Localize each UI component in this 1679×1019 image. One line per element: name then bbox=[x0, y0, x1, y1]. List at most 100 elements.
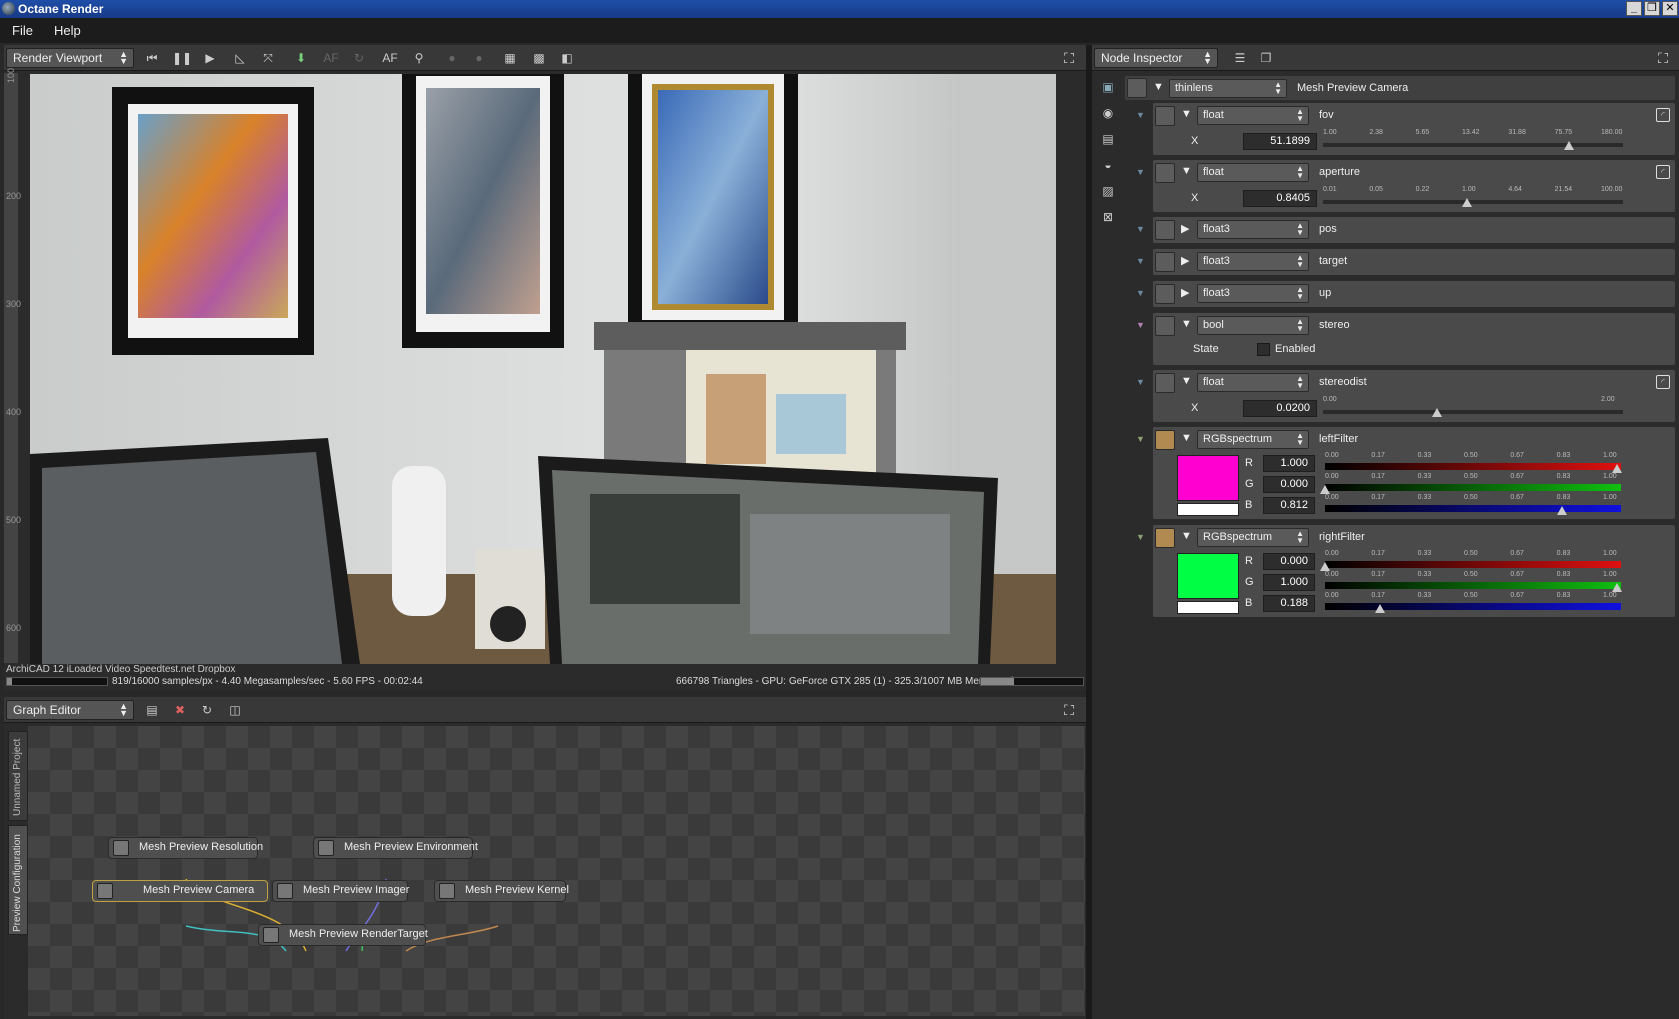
image-icon[interactable]: ▣ bbox=[1098, 77, 1118, 97]
param-node-icon[interactable] bbox=[1155, 163, 1175, 183]
camera-type-select[interactable]: thinlens ▲ ▼ bbox=[1169, 79, 1287, 98]
channel-value-input[interactable]: 0.812 bbox=[1263, 497, 1315, 514]
curve-icon[interactable]: ◜ bbox=[1656, 165, 1670, 179]
slider-track[interactable] bbox=[1323, 143, 1623, 147]
param-type-select[interactable]: float3 ▲ ▼ bbox=[1197, 252, 1309, 271]
slider-handle[interactable] bbox=[1564, 141, 1574, 150]
slider-handle[interactable] bbox=[1432, 408, 1442, 417]
environment-icon[interactable]: ◒ bbox=[1098, 155, 1118, 175]
kernel-icon[interactable]: ⊠ bbox=[1098, 207, 1118, 227]
slider-track[interactable] bbox=[1323, 200, 1623, 204]
spectrum-type-select[interactable]: RGBspectrum ▲ ▼ bbox=[1197, 528, 1309, 547]
param-type-select[interactable]: float ▲ ▼ bbox=[1197, 373, 1309, 392]
graph-canvas[interactable]: Mesh Preview Resolution Mesh Preview Env… bbox=[28, 726, 1085, 1016]
slider-handle[interactable] bbox=[1462, 198, 1472, 207]
refresh-graph-icon[interactable]: ↻ bbox=[197, 700, 217, 720]
channel-slider-track[interactable] bbox=[1325, 603, 1621, 610]
color-swatch[interactable] bbox=[1177, 455, 1239, 501]
checker-icon[interactable]: ▩ bbox=[529, 48, 549, 68]
expand-triangle-icon[interactable]: ▶ bbox=[1181, 222, 1189, 235]
spectrum-node-icon[interactable] bbox=[1155, 430, 1175, 450]
menu-help[interactable]: Help bbox=[54, 23, 81, 38]
alpha-icon[interactable]: ◧ bbox=[557, 48, 577, 68]
param-type-select[interactable]: float ▲ ▼ bbox=[1197, 163, 1309, 182]
maximize-viewport-icon[interactable]: ⛶ bbox=[1060, 49, 1078, 67]
channel-value-input[interactable]: 1.000 bbox=[1263, 574, 1315, 591]
expand-triangle-icon[interactable]: ▶ bbox=[1181, 286, 1189, 299]
graph-selector[interactable]: Graph Editor ▲ ▼ bbox=[6, 700, 134, 720]
tab-unnamed-project[interactable]: Unnamed Project bbox=[8, 731, 28, 821]
channel-value-input[interactable]: 1.000 bbox=[1263, 455, 1315, 472]
channel-value-input[interactable]: 0.188 bbox=[1263, 595, 1315, 612]
channel-slider-track[interactable] bbox=[1325, 561, 1621, 568]
collapse-triangle-icon[interactable]: ▼ bbox=[1153, 81, 1164, 93]
pin-icon[interactable]: ▼ bbox=[1136, 224, 1145, 234]
render-image[interactable] bbox=[30, 74, 1056, 664]
pin-icon[interactable]: ▼ bbox=[1136, 434, 1145, 444]
param-value-input[interactable]: 0.0200 bbox=[1243, 400, 1317, 417]
node-mesh-preview-camera[interactable]: Mesh Preview Camera bbox=[92, 880, 268, 902]
channel-slider-handle[interactable] bbox=[1374, 604, 1385, 613]
expand-triangle-icon[interactable]: ▼ bbox=[1181, 108, 1192, 120]
channel-value-input[interactable]: 0.000 bbox=[1263, 553, 1315, 570]
pin-icon[interactable]: ▼ bbox=[1136, 320, 1145, 330]
save-render-icon[interactable]: ⬇ bbox=[291, 48, 311, 68]
channel-slider-handle[interactable] bbox=[1320, 562, 1330, 571]
expand-triangle-icon[interactable]: ▼ bbox=[1181, 375, 1192, 387]
camera-reset-icon[interactable]: ◺ bbox=[230, 48, 250, 68]
refresh-icon[interactable]: ↻ bbox=[349, 48, 369, 68]
expand-triangle-icon[interactable]: ▼ bbox=[1181, 530, 1192, 542]
pin-icon[interactable]: ▼ bbox=[1136, 532, 1145, 542]
spectrum-type-select[interactable]: RGBspectrum ▲ ▼ bbox=[1197, 430, 1309, 449]
channel-slider-handle[interactable] bbox=[1612, 464, 1622, 473]
channel-slider-track[interactable] bbox=[1325, 582, 1621, 589]
collapse-all-icon[interactable]: ☰ bbox=[1230, 48, 1250, 68]
pin-icon[interactable]: ▼ bbox=[1136, 288, 1145, 298]
param-node-icon[interactable] bbox=[1155, 373, 1175, 393]
param-node-icon[interactable] bbox=[1155, 106, 1175, 126]
play-icon[interactable]: ▶ bbox=[200, 48, 220, 68]
maximize-inspector-icon[interactable]: ⛶ bbox=[1654, 49, 1672, 67]
autofocus-button[interactable]: AF bbox=[380, 48, 400, 68]
spectrum-node-icon[interactable] bbox=[1155, 528, 1175, 548]
node-mesh-preview-resolution[interactable]: Mesh Preview Resolution bbox=[108, 837, 263, 859]
param-type-select[interactable]: float ▲ ▼ bbox=[1197, 106, 1309, 125]
param-node-icon[interactable] bbox=[1155, 220, 1175, 240]
maximize-graph-icon[interactable]: ⛶ bbox=[1060, 701, 1078, 719]
tab-preview-configuration[interactable]: Preview Configuration bbox=[8, 825, 28, 935]
camera-icon[interactable]: ◉ bbox=[1098, 103, 1118, 123]
expand-triangle-icon[interactable]: ▶ bbox=[1181, 254, 1189, 267]
channel-value-input[interactable]: 0.000 bbox=[1263, 476, 1315, 493]
channel-slider-handle[interactable] bbox=[1320, 485, 1330, 494]
autofocus-picker-icon[interactable]: AF bbox=[321, 48, 341, 68]
sphere-alt-icon[interactable]: ● bbox=[469, 48, 489, 68]
channel-slider-handle[interactable] bbox=[1557, 506, 1568, 515]
region-icon[interactable]: ▦ bbox=[500, 48, 520, 68]
rewind-icon[interactable]: ⏮ bbox=[142, 48, 162, 68]
enabled-checkbox[interactable] bbox=[1257, 343, 1270, 356]
pin-icon[interactable]: ▼ bbox=[1136, 110, 1145, 120]
material-picker-icon[interactable]: ⚲ bbox=[409, 48, 429, 68]
restore-icon[interactable]: ❐ bbox=[1644, 1, 1660, 16]
channel-slider-track[interactable] bbox=[1325, 505, 1621, 512]
pin-icon[interactable]: ▼ bbox=[1136, 256, 1145, 266]
curve-icon[interactable]: ◜ bbox=[1656, 108, 1670, 122]
expand-all-icon[interactable]: ❐ bbox=[1256, 48, 1276, 68]
expand-triangle-icon[interactable]: ▼ bbox=[1181, 318, 1192, 330]
delete-node-icon[interactable]: ✖ bbox=[170, 700, 190, 720]
minimize-icon[interactable]: _ bbox=[1626, 1, 1642, 16]
slider-track[interactable] bbox=[1323, 410, 1623, 414]
node-mesh-preview-imager[interactable]: Mesh Preview Imager bbox=[272, 880, 409, 902]
param-value-input[interactable]: 51.1899 bbox=[1243, 133, 1317, 150]
pin-icon[interactable]: ▼ bbox=[1136, 377, 1145, 387]
close-icon[interactable]: ✕ bbox=[1662, 1, 1678, 16]
pause-icon[interactable]: ❚❚ bbox=[172, 48, 192, 68]
inspector-selector[interactable]: Node Inspector ▲ ▼ bbox=[1094, 48, 1218, 68]
arrange-icon[interactable]: ◫ bbox=[225, 700, 245, 720]
param-type-select[interactable]: float3 ▲ ▼ bbox=[1197, 284, 1309, 303]
viewport-selector[interactable]: Render Viewport ▲ ▼ bbox=[6, 48, 134, 68]
param-node-icon[interactable] bbox=[1155, 252, 1175, 272]
imager-icon[interactable]: ▨ bbox=[1098, 181, 1118, 201]
node-mesh-preview-environment[interactable]: Mesh Preview Environment bbox=[313, 837, 478, 859]
load-scene-icon[interactable]: ▤ bbox=[142, 700, 162, 720]
